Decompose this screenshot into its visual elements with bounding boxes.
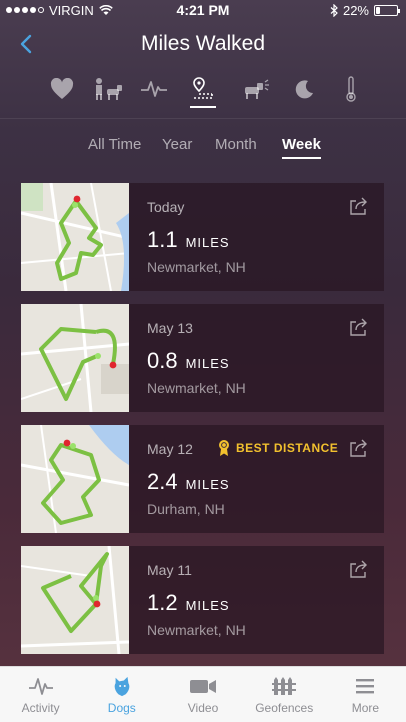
tab-year[interactable]: Year: [162, 136, 192, 153]
badge-label: BEST DISTANCE: [236, 441, 339, 455]
distance-unit: MILES: [185, 598, 230, 613]
moon-icon[interactable]: [289, 74, 319, 104]
route-map-thumbnail: [21, 304, 129, 412]
tab-label: More: [351, 701, 380, 715]
walk-location: Newmarket, NH: [147, 380, 246, 396]
walk-card[interactable]: May 13 0.8 MILES Newmarket, NH: [21, 304, 384, 412]
tab-video[interactable]: Video: [162, 667, 243, 722]
distance-value: 1.2: [147, 590, 178, 615]
award-ribbon-icon: [219, 440, 229, 456]
tab-bar: Activity Dogs Video Geofences More: [0, 666, 406, 722]
distance-unit: MILES: [185, 235, 230, 250]
tab-label: Video: [187, 701, 219, 715]
time-range-tabs: All Time Year Month Week: [0, 136, 406, 160]
tab-label: Activity: [21, 701, 60, 715]
menu-icon: [356, 679, 375, 694]
dog-training-icon[interactable]: [93, 74, 123, 104]
route-map-thumbnail: [21, 183, 129, 291]
walk-location: Newmarket, NH: [147, 622, 246, 638]
share-icon[interactable]: [348, 558, 370, 580]
share-icon[interactable]: [348, 437, 370, 459]
walk-card[interactable]: May 12 BEST DISTANCE 2.4 MILES Durham, N…: [21, 425, 384, 533]
tab-dogs[interactable]: Dogs: [81, 667, 162, 722]
tab-label: Dogs: [107, 701, 136, 715]
walk-distance: 1.2 MILES: [147, 590, 230, 616]
walk-location: Durham, NH: [147, 501, 225, 517]
walk-card[interactable]: Today 1.1 MILES Newmarket, NH: [21, 183, 384, 291]
tab-all-time[interactable]: All Time: [88, 136, 141, 153]
activity-pulse-icon[interactable]: [139, 74, 169, 104]
bluetooth-icon: [330, 3, 338, 17]
battery-percentage: 22%: [342, 2, 369, 18]
walk-card[interactable]: May 11 1.2 MILES Newmarket, NH: [21, 546, 384, 654]
page-title: Miles Walked: [140, 32, 266, 55]
share-icon[interactable]: [348, 195, 370, 217]
tab-month[interactable]: Month: [215, 136, 257, 153]
tab-more[interactable]: More: [325, 667, 406, 722]
distance-value: 1.1: [147, 227, 178, 252]
walk-date: May 13: [147, 320, 193, 336]
fence-icon: [272, 677, 297, 695]
video-camera-icon: [190, 680, 216, 693]
battery-icon: [374, 4, 400, 16]
route-map-thumbnail: [21, 546, 129, 654]
walk-location: Newmarket, NH: [147, 259, 246, 275]
distance-unit: MILES: [185, 356, 230, 371]
route-map-thumbnail: [21, 425, 129, 533]
walk-date: Today: [147, 199, 185, 215]
tab-week[interactable]: Week: [282, 136, 321, 159]
walk-date: May 11: [147, 562, 192, 578]
navigation-bar: Miles Walked: [0, 24, 406, 64]
map-route-icon[interactable]: [188, 74, 218, 108]
best-distance-badge: BEST DISTANCE: [217, 439, 338, 457]
heart-icon[interactable]: [47, 74, 77, 104]
header-divider: [0, 118, 406, 119]
walk-distance: 0.8 MILES: [147, 348, 230, 374]
walk-date: May 12: [147, 441, 193, 457]
thermometer-icon[interactable]: [336, 74, 366, 104]
dog-bark-icon[interactable]: [241, 74, 271, 104]
dog-icon: [114, 676, 130, 697]
walk-distance: 1.1 MILES: [147, 227, 230, 253]
tab-label: Geofences: [255, 701, 314, 715]
tab-activity[interactable]: Activity: [0, 667, 81, 722]
share-icon[interactable]: [348, 316, 370, 338]
distance-value: 2.4: [147, 469, 178, 494]
metric-selector: [0, 70, 406, 110]
distance-value: 0.8: [147, 348, 178, 373]
tab-geofences[interactable]: Geofences: [244, 667, 325, 722]
activity-icon: [28, 678, 53, 695]
distance-unit: MILES: [185, 477, 230, 492]
walk-distance: 2.4 MILES: [147, 469, 230, 495]
status-bar: VIRGIN 4:21 PM 22%: [0, 0, 406, 20]
